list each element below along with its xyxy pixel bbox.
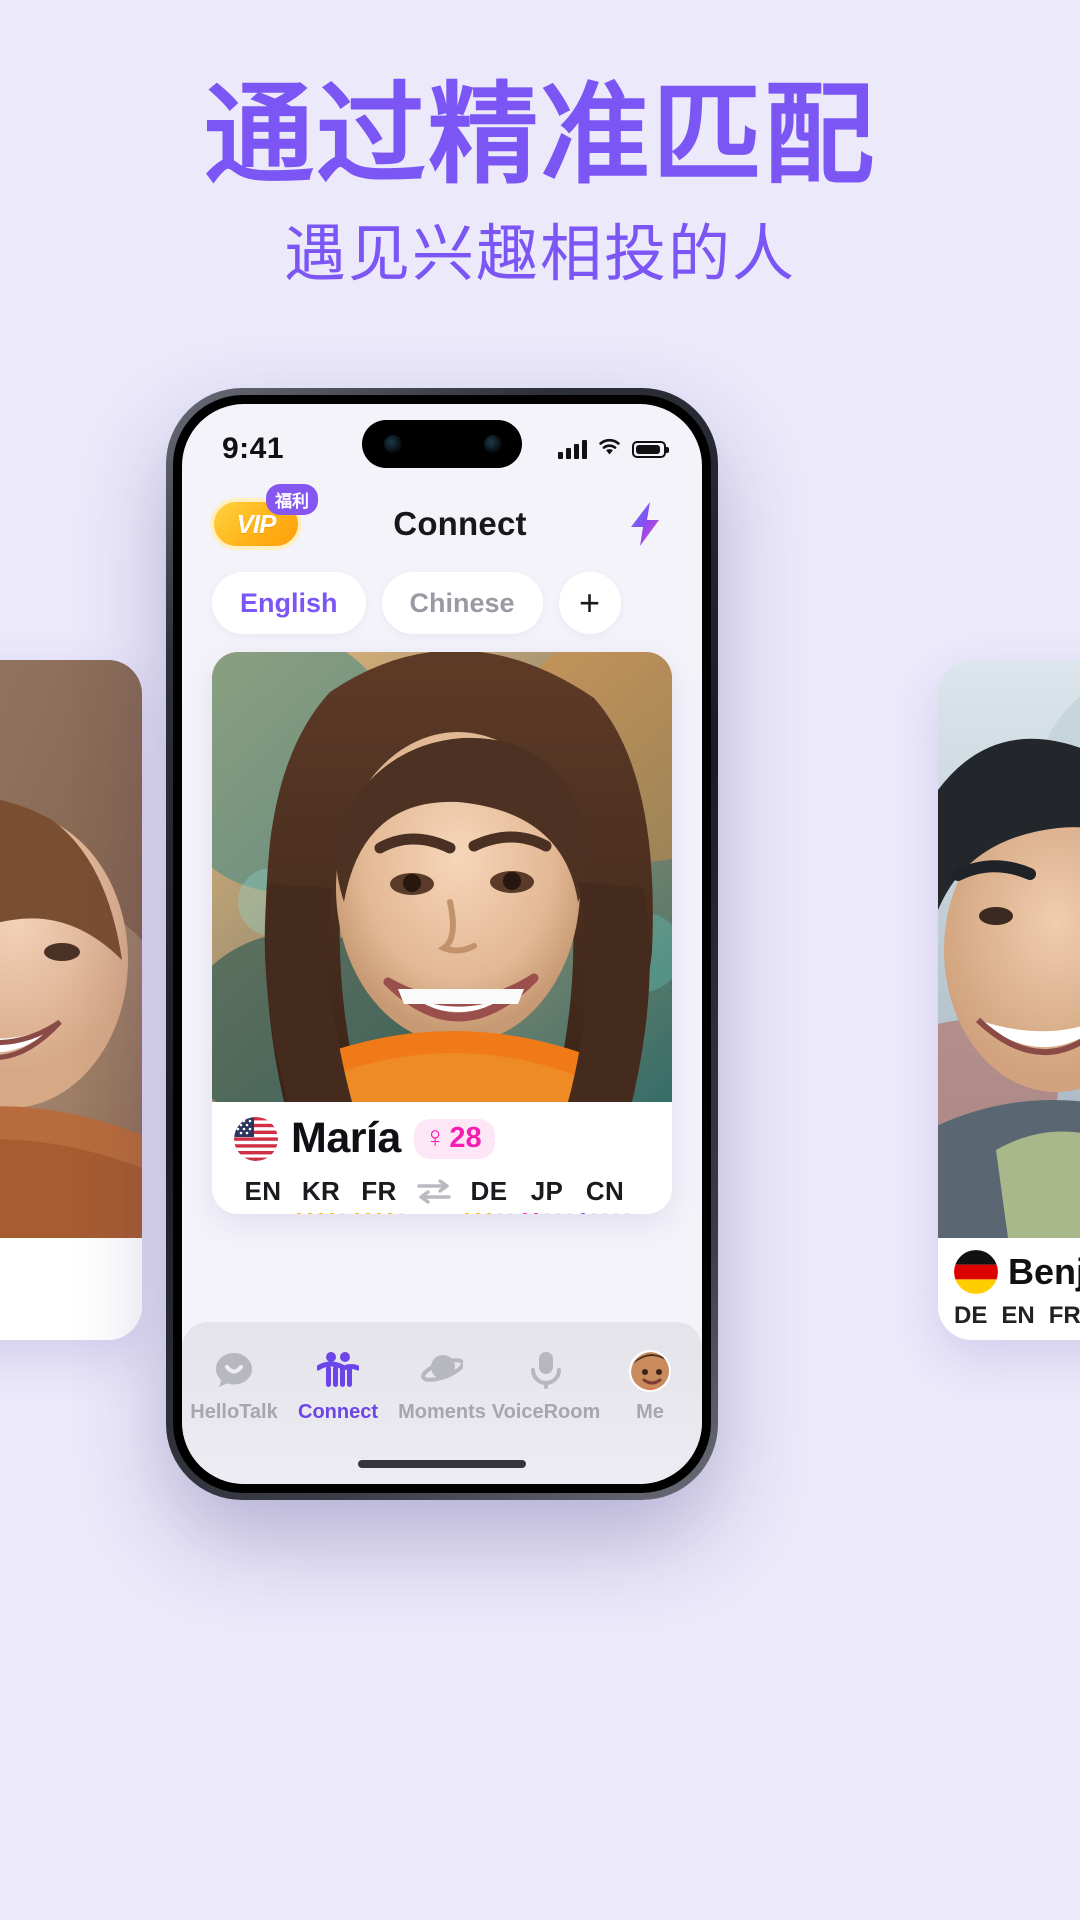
profile-photo (212, 652, 672, 1102)
peek-right-name: Benja (1008, 1251, 1080, 1292)
peek-card-left[interactable] (0, 660, 142, 1340)
chat-bubble-icon (213, 1348, 255, 1392)
peek-left-photo (0, 660, 142, 1238)
language-item: DE (460, 1176, 518, 1214)
profile-card[interactable]: María ♀ 28 EN KR FR DE JP CN (212, 652, 672, 1214)
language-item: CN (576, 1176, 634, 1214)
gender-age-badge: ♀ 28 (413, 1118, 495, 1159)
level-dots (295, 1213, 347, 1214)
cellular-bars-icon (558, 439, 587, 459)
language-code: JP (530, 1176, 564, 1206)
profile-name-row: María ♀ 28 (234, 1114, 650, 1163)
level-dots (579, 1213, 631, 1214)
level-dots (353, 1213, 405, 1214)
microphone-icon (525, 1348, 567, 1392)
tab-hellotalk[interactable]: HelloTalk (182, 1348, 286, 1424)
page-title: Connect (393, 505, 527, 542)
language-code: FR (361, 1176, 397, 1206)
tab-label: Me (636, 1401, 664, 1423)
peek-lang-code: FR (1048, 1302, 1080, 1329)
home-indicator (358, 1460, 526, 1468)
level-dots (521, 1213, 573, 1214)
language-item: KR (292, 1176, 350, 1214)
exchange-arrows-icon (408, 1176, 460, 1204)
de-flag-icon (954, 1250, 998, 1294)
add-language-button[interactable]: + (558, 572, 621, 634)
page-subtitle: 遇见兴趣相投的人 (283, 216, 796, 290)
wifi-icon (597, 437, 622, 461)
planet-icon (421, 1348, 463, 1392)
language-filter-chips: English Chinese + (182, 556, 702, 634)
phone-bezel: 9:41 VIP 福利 Connect English Chinese + Ma… (173, 395, 711, 1493)
vip-button[interactable]: VIP 福利 (210, 484, 318, 550)
tab-voiceroom[interactable]: VoiceRoom (491, 1348, 601, 1424)
peek-left-info (0, 1238, 142, 1340)
tab-label: Moments (398, 1401, 486, 1423)
app-header: VIP 福利 Connect (182, 478, 702, 556)
status-icons (558, 437, 669, 461)
peek-right-photo (938, 660, 1080, 1238)
page-title: 通过精准匹配 (204, 71, 876, 199)
chip-english[interactable]: English (212, 572, 366, 634)
language-item: FR (350, 1176, 408, 1214)
peek-right-languages: DE EN FR (954, 1302, 1080, 1330)
language-code: EN (244, 1176, 282, 1206)
us-flag-icon (234, 1116, 278, 1161)
tab-label: VoiceRoom (491, 1401, 601, 1423)
status-bar: 9:41 (182, 404, 702, 478)
profile-name: María (291, 1114, 401, 1162)
language-proficiency-row: EN KR FR DE JP CN (234, 1176, 650, 1214)
language-item: JP (518, 1176, 576, 1214)
two-people-icon (317, 1348, 359, 1392)
promo-header: 通过精准匹配 遇见兴趣相投的人 (0, 0, 1080, 288)
vip-benefit-badge: 福利 (266, 484, 318, 515)
vip-label: VIP (236, 508, 277, 539)
language-code: KR (301, 1176, 341, 1206)
battery-icon (632, 440, 669, 458)
bottom-tab-bar: HelloTalk Connect Moments VoiceRoom Me (182, 1322, 702, 1484)
tab-connect[interactable]: Connect (286, 1348, 390, 1424)
level-dots (463, 1213, 515, 1214)
phone-mockup: 9:41 VIP 福利 Connect English Chinese + Ma… (166, 388, 718, 1500)
chip-chinese[interactable]: Chinese (381, 572, 543, 634)
peek-lang-code: DE (954, 1302, 988, 1329)
phone-screen: 9:41 VIP 福利 Connect English Chinese + Ma… (182, 404, 702, 1484)
peek-lang-code: EN (1001, 1302, 1035, 1329)
profile-info: María ♀ 28 EN KR FR DE JP CN (212, 1102, 672, 1214)
peek-card-right[interactable]: Benja DE EN FR (938, 660, 1080, 1340)
language-code: CN (585, 1176, 625, 1206)
female-symbol-icon: ♀ (423, 1121, 447, 1154)
profile-age: 28 (449, 1121, 482, 1154)
status-time: 9:41 (222, 432, 285, 465)
tab-label: Connect (298, 1401, 378, 1423)
dynamic-island (362, 420, 522, 468)
tab-label: HelloTalk (190, 1401, 278, 1423)
tab-me[interactable]: Me (598, 1348, 702, 1424)
avatar-icon (629, 1348, 671, 1392)
language-code: DE (470, 1176, 508, 1206)
lightning-bolt-icon[interactable] (618, 497, 672, 551)
tab-moments[interactable]: Moments (390, 1348, 494, 1424)
peek-right-info: Benja DE EN FR (938, 1238, 1080, 1340)
language-item: EN (234, 1176, 292, 1214)
